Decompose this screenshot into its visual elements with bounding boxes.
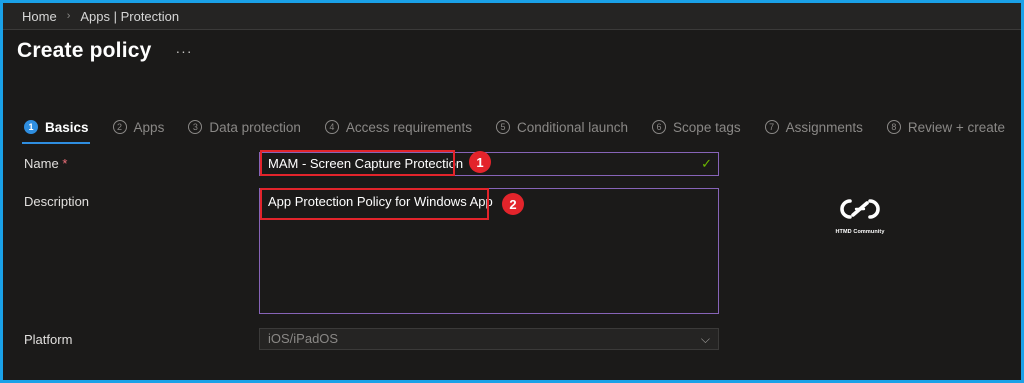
breadcrumb-apps-protection[interactable]: Apps | Protection: [80, 9, 179, 24]
chevron-down-icon: ⌵: [700, 332, 710, 346]
title-row: Create policy ···: [17, 39, 193, 63]
step-number-icon: 7: [764, 120, 779, 134]
highlight-box-description: [260, 188, 489, 220]
breadcrumb: Home › Apps | Protection: [3, 3, 1021, 30]
step-number-icon: 2: [112, 120, 127, 134]
step-label: Data protection: [209, 119, 301, 135]
step-number-icon: 5: [495, 120, 510, 134]
active-step-indicator: [22, 142, 90, 144]
step-access-requirements[interactable]: 4 Access requirements: [324, 119, 472, 135]
description-label: Description: [24, 194, 90, 209]
breadcrumb-separator-icon: ›: [66, 10, 71, 22]
logo-caption: HTMD Community: [835, 229, 885, 235]
step-label: Review + create: [907, 119, 1006, 135]
step-apps[interactable]: 2 Apps: [112, 119, 165, 135]
annotation-badge-1: 1: [469, 151, 491, 173]
step-conditional-launch[interactable]: 5 Conditional launch: [495, 119, 629, 135]
annotation-badge-2: 2: [502, 193, 524, 215]
page-title: Create policy: [17, 39, 152, 62]
platform-label: Platform: [24, 332, 73, 347]
htmd-logo-icon: [840, 199, 880, 219]
more-options-icon[interactable]: ···: [176, 43, 193, 59]
step-label: Apps: [133, 119, 165, 135]
required-mark: *: [62, 156, 68, 171]
platform-value: iOS/iPadOS: [268, 331, 339, 346]
step-label: Scope tags: [673, 119, 741, 135]
step-label: Access requirements: [345, 119, 472, 135]
step-label: Assignments: [785, 119, 863, 135]
htmd-community-logo: HTMD Community: [835, 196, 885, 235]
name-label: Name *: [24, 156, 67, 171]
app-frame: Home › Apps | Protection Create policy ·…: [0, 0, 1024, 383]
step-basics[interactable]: 1 Basics: [24, 120, 89, 135]
step-review-create[interactable]: 8 Review + create: [886, 119, 1006, 135]
highlight-box-name: [260, 150, 455, 176]
name-label-text: Name: [24, 156, 59, 171]
step-number-icon: 4: [324, 120, 339, 134]
step-label: Basics: [45, 119, 89, 135]
wizard-steps: 1 Basics 2 Apps 3 Data protection 4 Acce…: [24, 116, 1011, 138]
step-number-icon: 8: [886, 120, 901, 134]
step-data-protection[interactable]: 3 Data protection: [188, 120, 301, 135]
platform-dropdown[interactable]: iOS/iPadOS ⌵: [259, 328, 719, 350]
step-assignments[interactable]: 7 Assignments: [764, 119, 863, 135]
step-number-icon: 6: [652, 120, 667, 134]
step-number-icon: 1: [24, 120, 38, 134]
checkmark-icon: ✓: [701, 156, 712, 171]
step-scope-tags[interactable]: 6 Scope tags: [652, 120, 741, 135]
step-number-icon: 3: [188, 120, 203, 134]
breadcrumb-home[interactable]: Home: [22, 9, 57, 24]
step-label: Conditional launch: [516, 119, 629, 135]
